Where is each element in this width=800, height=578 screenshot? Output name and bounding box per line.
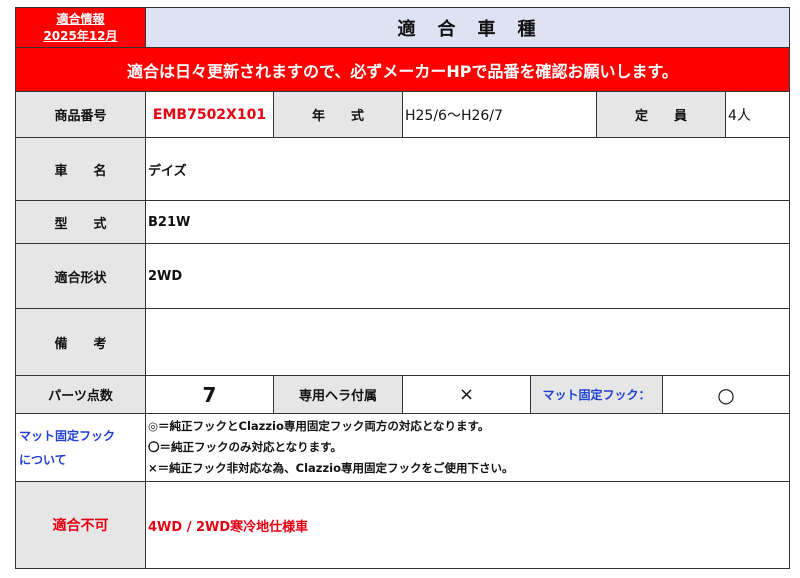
info-badge-date: 2025年12月 [43,28,118,43]
parts-count-value: 7 [146,376,274,414]
remarks-label: 備 考 [16,309,146,376]
notice-banner: 適合は日々更新されますので、必ずメーカーHPで品番を確認お願いします。 [16,48,789,92]
remarks-value [146,309,789,376]
model-value: B21W [146,201,789,244]
product-number-value: EMB7502X101 [146,92,274,138]
parts-count-label: パーツ点数 [16,376,146,414]
notice-text: 適合は日々更新されますので、必ずメーカーHPで品番を確認お願いします。 [127,61,678,81]
model-label: 型 式 [16,201,146,244]
vehicle-name-label: 車 名 [16,138,146,201]
info-badge-title: 適合情報 [56,11,105,26]
product-number-label: 商品番号 [16,92,146,138]
year-label: 年 式 [274,92,403,138]
fit-type-label: 適合形状 [16,244,146,309]
page-title: 適 合 車 種 [397,18,538,40]
hook-note-label: マット固定フック について [16,414,146,482]
fitment-sheet: 適合情報 2025年12月 適 合 車 種 適合は日々更新されますので、必ずメー… [15,7,790,569]
spatula-value: × [403,376,531,414]
year-value: H25/6～H26/7 [403,92,597,138]
mat-hook-label: マット固定フック： [531,376,663,414]
capacity-label: 定 員 [597,92,726,138]
incompatible-value: 4WD / 2WD寒冷地仕様車 [148,519,309,535]
incompatible-label: 適合不可 [16,482,146,568]
hook-note-line: 〇＝純正フックのみ対応となります。 [148,440,343,454]
vehicle-name-value: デイズ [146,138,789,201]
hook-note-line: ◎＝純正フックとClazzio専用固定フック両方の対応となります。 [148,419,490,433]
mat-hook-value: ○ [663,376,789,414]
capacity-value: 4人 [726,92,789,138]
fit-type-value: 2WD [146,244,789,309]
spatula-label: 専用ヘラ付属 [274,376,403,414]
info-badge: 適合情報 2025年12月 [16,8,146,48]
hook-note-body: ◎＝純正フックとClazzio専用固定フック両方の対応となります。 〇＝純正フッ… [146,414,789,482]
title-cell: 適 合 車 種 [146,8,789,48]
hook-note-line: ×＝純正フック非対応な為、Clazzio専用固定フックをご使用下さい。 [148,461,514,475]
